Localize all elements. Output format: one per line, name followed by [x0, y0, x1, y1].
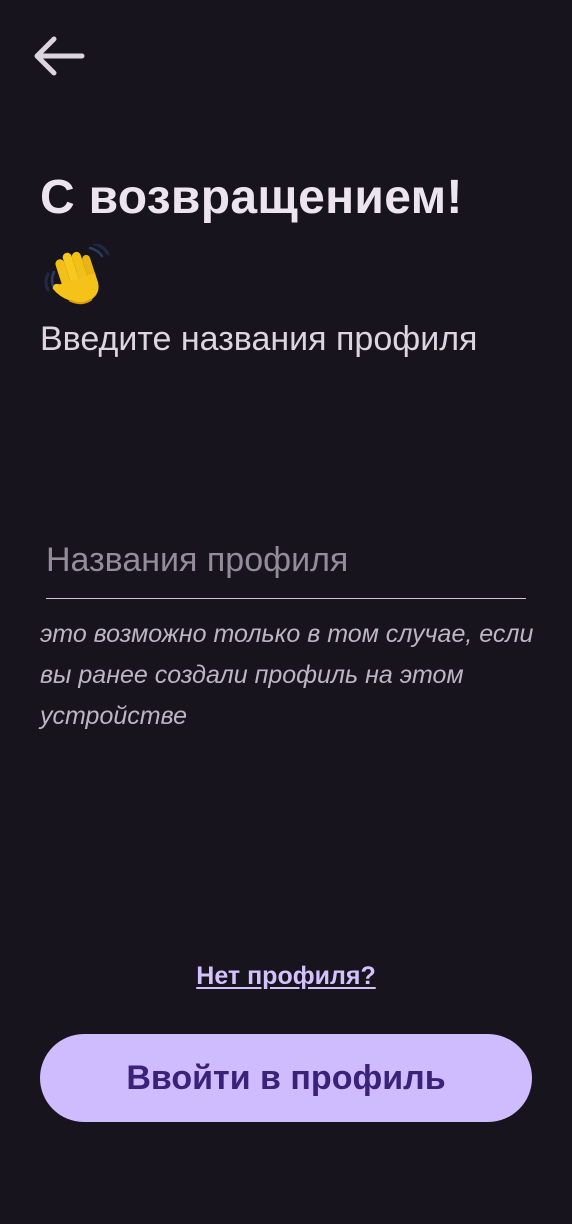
back-button[interactable]	[28, 30, 88, 82]
profile-name-input[interactable]	[46, 530, 526, 598]
login-button[interactable]: Ввойти в профиль	[40, 1034, 532, 1122]
waving-hand-icon	[44, 244, 110, 305]
arrow-left-icon	[34, 36, 85, 76]
no-profile-link[interactable]: Нет профиля?	[0, 962, 572, 991]
login-screen: С возвращением! Введите названия профиля…	[0, 0, 572, 1224]
page-title: С возвращением!	[40, 171, 463, 224]
profile-name-field	[46, 530, 526, 599]
page-subtitle: Введите названия профиля	[40, 320, 478, 358]
hint-text: это возможно только в том случае, если в…	[40, 620, 534, 730]
